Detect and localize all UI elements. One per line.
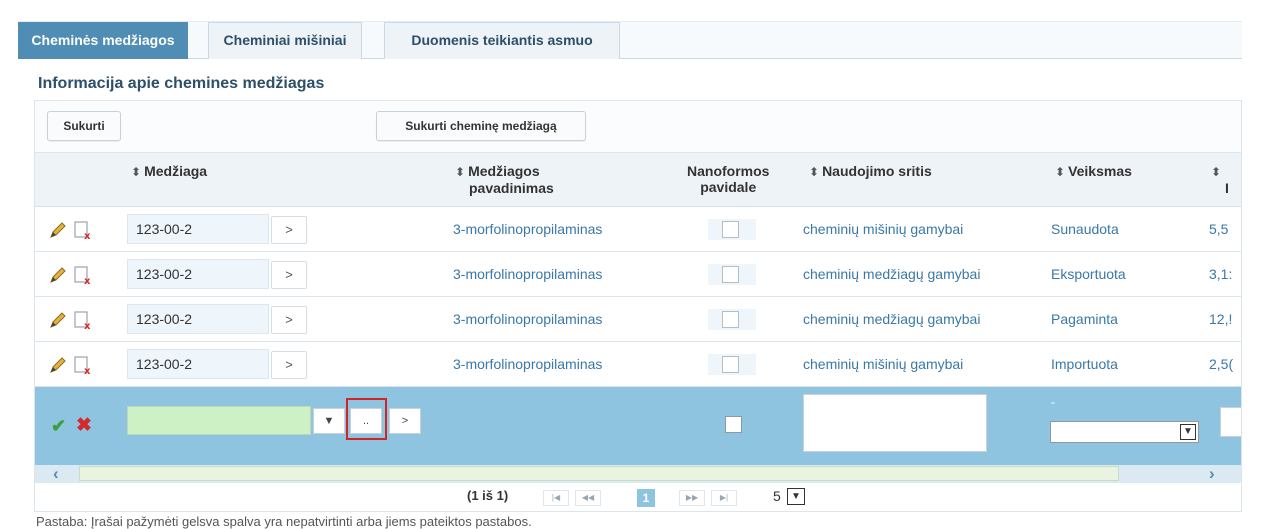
- section-title: Informacija apie chemines medžiagas: [38, 75, 325, 92]
- nanoform-checkbox[interactable]: [722, 266, 739, 283]
- svg-text:x: x: [84, 366, 91, 375]
- substance-code: 123-00-2: [127, 259, 269, 289]
- amount-value: 3,1:: [1209, 266, 1233, 282]
- svg-text:x: x: [84, 321, 91, 330]
- usage-input[interactable]: [803, 394, 987, 452]
- usage-area: cheminių mišinių gamybai: [803, 356, 964, 372]
- create-button[interactable]: Sukurti: [47, 111, 121, 141]
- usage-area: cheminių medžiagų gamybai: [803, 311, 981, 327]
- last-page-button[interactable]: ▶|: [711, 490, 737, 506]
- amount-value: 5,5: [1209, 221, 1229, 237]
- tab-chemical-mixtures[interactable]: Cheminiai mišiniai: [208, 22, 362, 59]
- substance-go-button[interactable]: >: [271, 216, 307, 244]
- col-header-amount[interactable]: ⬍ I: [1211, 163, 1229, 196]
- tab-bar: Cheminės medžiagos Cheminiai mišiniai Du…: [18, 21, 1242, 59]
- table-row[interactable]: x 123-00-2 >3-morfolinopropilaminas chemini…: [35, 252, 1241, 297]
- page-size-value[interactable]: 5: [773, 488, 781, 504]
- delete-icon[interactable]: x: [73, 220, 93, 240]
- horizontal-scrollbar[interactable]: ‹ ›: [35, 464, 1241, 484]
- table-header: ⬍ Medžiaga ⬍ Medžiagos pavadinimas Nanoform…: [35, 153, 1241, 207]
- svg-text:x: x: [84, 276, 91, 285]
- nanoform-checkbox[interactable]: [722, 221, 739, 238]
- paginator: (1 iš 1) |◀ ◀◀ 1 ▶▶ ▶| 5 ▼: [35, 483, 1241, 511]
- substance-go-button[interactable]: >: [271, 261, 307, 289]
- tab-chemical-substances[interactable]: Cheminės medžiagos: [18, 22, 188, 59]
- chevron-down-icon: ▼: [1180, 424, 1196, 440]
- confirm-icon[interactable]: ✔: [51, 416, 66, 437]
- svg-text:x: x: [84, 231, 91, 240]
- pencil-icon[interactable]: [49, 221, 69, 239]
- substances-table-panel: Sukurti Sukurti cheminę medžiagą ⬍ Medžia…: [34, 100, 1242, 512]
- cancel-icon[interactable]: ✖: [76, 414, 92, 437]
- substance-name: 3-morfolinopropilaminas: [453, 311, 603, 327]
- sort-icon: ⬍: [131, 165, 142, 179]
- scroll-track[interactable]: [79, 466, 1119, 481]
- pencil-icon[interactable]: [49, 266, 69, 284]
- delete-icon[interactable]: x: [73, 355, 93, 375]
- scroll-left-icon[interactable]: ‹: [53, 464, 59, 484]
- nanoform-checkbox[interactable]: [722, 356, 739, 373]
- col-header-usage[interactable]: ⬍ Naudojimo sritis: [809, 163, 932, 180]
- amount-value: 12,!: [1209, 311, 1233, 327]
- substance-name: 3-morfolinopropilaminas: [453, 266, 603, 282]
- footnote: Pastaba: Įrašai pažymėti gelsva spalva y…: [36, 514, 532, 529]
- action-value: Pagaminta: [1051, 311, 1118, 327]
- sort-icon: ⬍: [809, 165, 820, 179]
- substance-go-button[interactable]: >: [389, 408, 421, 434]
- action-value: Importuota: [1051, 356, 1118, 372]
- next-page-button[interactable]: ▶▶: [679, 490, 705, 506]
- substance-go-button[interactable]: >: [271, 351, 307, 379]
- prev-page-button[interactable]: ◀◀: [575, 490, 601, 506]
- usage-area: cheminių mišinių gamybai: [803, 221, 964, 237]
- substance-input[interactable]: [127, 406, 311, 435]
- tab-data-provider[interactable]: Duomenis teikiantis asmuo: [384, 22, 620, 59]
- delete-icon[interactable]: x: [73, 310, 93, 330]
- col-header-action[interactable]: ⬍ Veiksmas: [1055, 163, 1132, 180]
- sort-icon: ⬍: [1055, 165, 1066, 179]
- substance-go-button[interactable]: >: [271, 306, 307, 334]
- action-value: Sunaudota: [1051, 221, 1119, 237]
- page-summary: (1 iš 1): [467, 488, 509, 503]
- current-page[interactable]: 1: [637, 489, 655, 507]
- pencil-icon[interactable]: [49, 311, 69, 329]
- scroll-right-icon[interactable]: ›: [1209, 464, 1215, 484]
- first-page-button[interactable]: |◀: [543, 490, 569, 506]
- create-substance-button[interactable]: Sukurti cheminę medžiagą: [376, 111, 586, 141]
- highlight-frame: [346, 398, 387, 440]
- substance-code: 123-00-2: [127, 304, 269, 334]
- sort-icon: ⬍: [455, 165, 466, 179]
- col-header-substance[interactable]: ⬍ Medžiaga: [131, 163, 207, 180]
- pencil-icon[interactable]: [49, 356, 69, 374]
- sort-icon: ⬍: [1211, 165, 1222, 179]
- substance-dropdown-button[interactable]: ▼: [313, 408, 345, 434]
- usage-area: cheminių medžiagų gamybai: [803, 266, 981, 282]
- table-toolbar: Sukurti Sukurti cheminę medžiagą: [35, 101, 1241, 153]
- nanoform-checkbox[interactable]: [722, 311, 739, 328]
- table-row[interactable]: x 123-00-2 >3-morfolinopropilaminas chemini…: [35, 297, 1241, 342]
- page-size-dropdown-icon[interactable]: ▼: [787, 488, 805, 505]
- substance-code: 123-00-2: [127, 214, 269, 244]
- substance-name: 3-morfolinopropilaminas: [453, 356, 603, 372]
- table-row[interactable]: x 123-00-2 >3-morfolinopropilaminas chemini…: [35, 342, 1241, 387]
- action-placeholder: -: [1051, 395, 1055, 409]
- col-header-substance-name[interactable]: ⬍ Medžiagos pavadinimas: [455, 163, 554, 196]
- action-value: Eksportuota: [1051, 266, 1126, 282]
- delete-icon[interactable]: x: [73, 265, 93, 285]
- amount-input[interactable]: [1220, 407, 1241, 437]
- new-record-row: ✔ ✖ ▼ .. > - ▼: [35, 387, 1241, 465]
- table-row[interactable]: x 123-00-2 >3-morfolinopropilaminas chemini…: [35, 207, 1241, 252]
- substance-code: 123-00-2: [127, 349, 269, 379]
- action-select[interactable]: ▼: [1050, 421, 1199, 443]
- substance-name: 3-morfolinopropilaminas: [453, 221, 603, 237]
- nanoform-checkbox[interactable]: [725, 416, 742, 433]
- col-header-nanoform: Nanoformos pavidale: [687, 163, 770, 195]
- amount-value: 2,5(: [1209, 356, 1234, 372]
